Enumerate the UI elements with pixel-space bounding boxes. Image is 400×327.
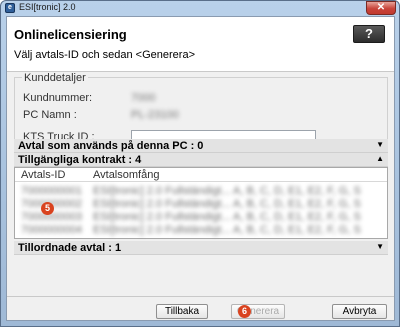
close-button[interactable]: ✕ <box>366 1 396 15</box>
window-title: ESI[tronic] 2.0 <box>19 2 76 12</box>
dialog-client-area: Onlinelicensiering Välj avtals-ID och se… <box>6 16 395 321</box>
column-header-agreement-id[interactable]: Avtals-ID <box>21 169 65 181</box>
back-button[interactable]: Tillbaka <box>156 304 208 319</box>
table-row[interactable]: 7000000004 ESI[tronic] 2.0 Fullständigt.… <box>15 224 387 236</box>
column-header-agreement-scope[interactable]: Avtalsomfång <box>93 169 159 181</box>
contracts-table: Avtals-ID Avtalsomfång 7000000001 ESI[tr… <box>14 167 388 239</box>
callout-badge-5: 5 <box>41 202 54 215</box>
pc-name-value: PL-23100 <box>131 109 179 121</box>
pc-agreements-section[interactable]: Avtal som används på denna PC : 0 ▼ <box>14 139 388 153</box>
row-agreement-scope: ESI[tronic] 2.0 Fullständigt... A, B, C,… <box>93 211 361 223</box>
expand-chevron-icon[interactable]: ▼ <box>376 140 384 149</box>
customer-details-legend: Kunddetaljer <box>22 72 88 84</box>
dialog-header: Onlinelicensiering Välj avtals-ID och se… <box>7 17 394 72</box>
customer-number-value: 7000 <box>131 92 156 104</box>
callout-badge-6: 6 <box>238 305 251 318</box>
help-button[interactable]: ? <box>353 25 385 43</box>
table-row[interactable]: 7000000003 ESI[tronic] 2.0 Fullständigt.… <box>15 211 387 223</box>
expand-chevron-icon[interactable]: ▼ <box>376 242 384 251</box>
app-icon: e <box>5 3 15 13</box>
cancel-button[interactable]: Avbryta <box>332 304 387 319</box>
table-row[interactable]: 7000000002 ESI[tronic] 2.0 Fullständigt.… <box>15 198 387 210</box>
page-title: Onlinelicensiering <box>14 27 127 42</box>
footer-divider <box>7 296 394 297</box>
available-contracts-header: Tillgängliga kontrakt : 4 <box>18 154 142 166</box>
collapse-chevron-icon[interactable]: ▲ <box>376 154 384 163</box>
pc-agreements-header: Avtal som används på denna PC : 0 <box>18 140 204 152</box>
row-agreement-id: 7000000004 <box>21 224 83 236</box>
assigned-agreements-header: Tillordnade avtal : 1 <box>18 242 122 254</box>
available-contracts-section[interactable]: Tillgängliga kontrakt : 4 ▲ <box>14 153 388 167</box>
instruction-text: Välj avtals-ID och sedan <Generera> <box>14 49 195 61</box>
table-row[interactable]: 7000000001 ESI[tronic] 2.0 Fullständigt.… <box>15 185 387 197</box>
row-agreement-id: 7000000001 <box>21 185 83 197</box>
assigned-agreements-section[interactable]: Tillordnade avtal : 1 ▼ <box>14 241 388 255</box>
customer-number-label: Kundnummer: <box>23 92 93 104</box>
contracts-table-header: Avtals-ID Avtalsomfång <box>15 168 387 182</box>
row-agreement-scope: ESI[tronic] 2.0 Fullständigt... A, B, C,… <box>93 185 361 197</box>
title-bar: e ESI[tronic] 2.0 ✕ <box>1 1 399 15</box>
pc-name-label: PC Namn : <box>23 109 77 121</box>
application-window: e ESI[tronic] 2.0 ✕ Onlinelicensiering V… <box>0 0 400 327</box>
row-agreement-scope: ESI[tronic] 2.0 Fullständigt... A, B, C,… <box>93 224 361 236</box>
row-agreement-scope: ESI[tronic] 2.0 Fullständigt... A, B, C,… <box>93 198 361 210</box>
